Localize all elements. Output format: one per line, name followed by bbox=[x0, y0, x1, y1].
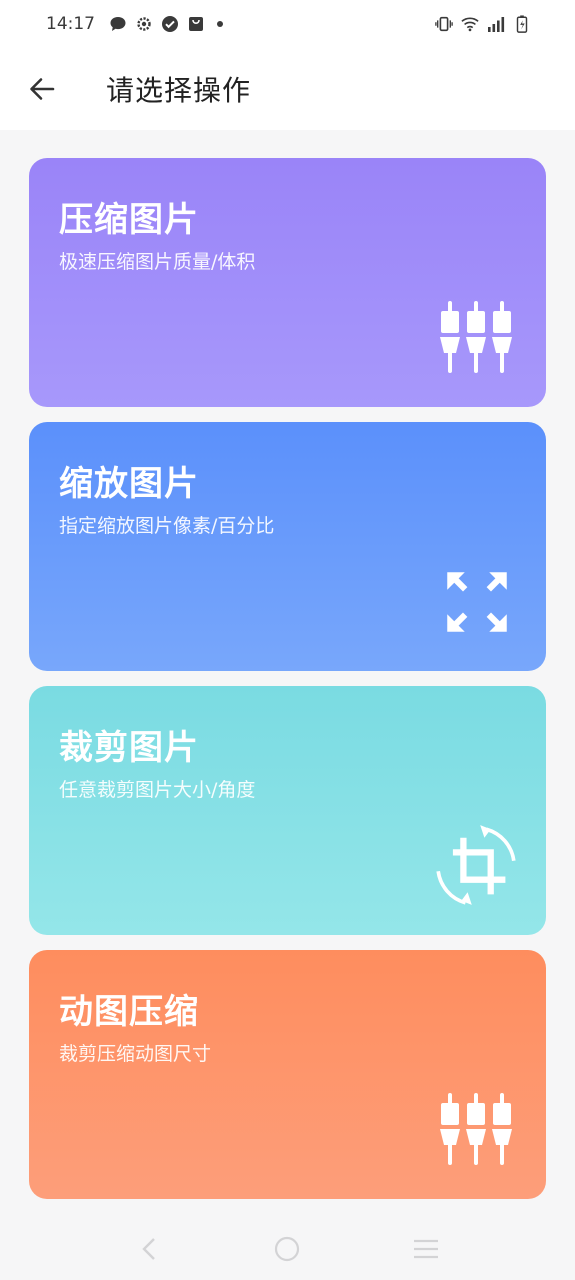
wifi-icon bbox=[461, 17, 479, 32]
home-circle-icon bbox=[275, 1236, 300, 1262]
compress-image-card[interactable]: 压缩图片 极速压缩图片质量/体积 bbox=[29, 158, 546, 407]
content-area: 压缩图片 极速压缩图片质量/体积 缩放图片 指定缩放图片像素/百分比 裁剪图片 … bbox=[0, 130, 575, 1218]
status-bar: 14:17 bbox=[0, 0, 575, 48]
dot-icon bbox=[217, 21, 223, 27]
resize-image-card[interactable]: 缩放图片 指定缩放图片像素/百分比 bbox=[29, 422, 546, 671]
vibrate-icon bbox=[435, 16, 453, 32]
back-button[interactable] bbox=[12, 59, 72, 119]
system-nav-bar bbox=[0, 1218, 575, 1280]
bag-icon bbox=[189, 17, 203, 31]
card-title: 裁剪图片 bbox=[59, 728, 199, 768]
equalizer-icon bbox=[440, 301, 512, 373]
expand-icon bbox=[447, 572, 507, 632]
card-title: 缩放图片 bbox=[59, 464, 199, 504]
status-right bbox=[435, 15, 531, 33]
status-left: 14:17 bbox=[46, 14, 223, 34]
check-circle-icon bbox=[162, 16, 178, 32]
arrow-left-icon bbox=[30, 78, 55, 100]
battery-icon bbox=[516, 15, 528, 33]
card-subtitle: 裁剪压缩动图尺寸 bbox=[59, 1043, 212, 1065]
card-subtitle: 极速压缩图片质量/体积 bbox=[59, 251, 256, 273]
card-subtitle: 任意裁剪图片大小/角度 bbox=[59, 779, 256, 801]
crop-rotate-icon bbox=[436, 825, 516, 905]
page-title: 请选择操作 bbox=[106, 74, 252, 107]
nav-back-button[interactable] bbox=[127, 1227, 171, 1271]
back-triangle-icon bbox=[142, 1238, 156, 1260]
gear-icon bbox=[137, 17, 151, 31]
status-time: 14:17 bbox=[46, 14, 95, 34]
nav-home-button[interactable] bbox=[265, 1227, 309, 1271]
card-title: 压缩图片 bbox=[59, 200, 199, 240]
equalizer-icon bbox=[440, 1093, 512, 1165]
card-title: 动图压缩 bbox=[59, 992, 199, 1032]
nav-menu-button[interactable] bbox=[404, 1227, 448, 1271]
app-bar: 请选择操作 bbox=[0, 48, 575, 130]
signal-icon bbox=[488, 17, 505, 32]
card-subtitle: 指定缩放图片像素/百分比 bbox=[59, 515, 275, 537]
gif-compress-card[interactable]: 动图压缩 裁剪压缩动图尺寸 bbox=[29, 950, 546, 1199]
menu-lines-icon bbox=[413, 1239, 438, 1259]
chat-icon bbox=[110, 17, 126, 31]
crop-image-card[interactable]: 裁剪图片 任意裁剪图片大小/角度 bbox=[29, 686, 546, 935]
